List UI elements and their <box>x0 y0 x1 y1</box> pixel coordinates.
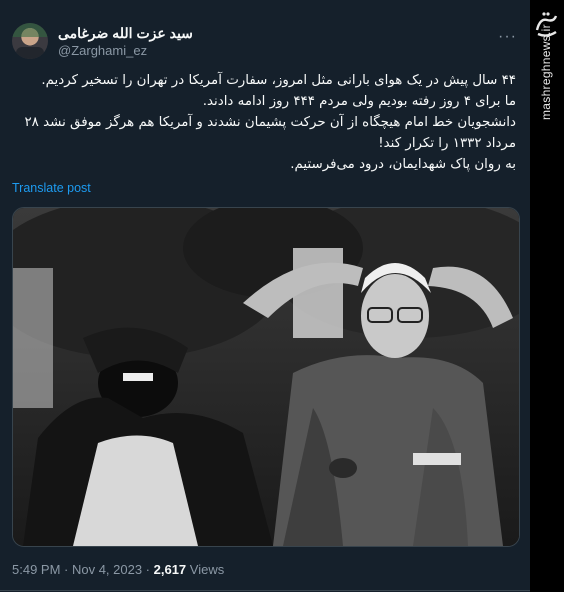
tweet-meta: 5:49 PM · Nov 4, 2023 · 2,617 Views <box>12 562 224 577</box>
tweet-line: به روان پاک شهدایمان، درود می‌فرستیم. <box>290 157 516 172</box>
views-count: 2,617 <box>153 562 187 577</box>
author-name[interactable]: سید عزت الله ضرغامی <box>58 25 193 42</box>
tweet-text: ۴۴ سال پیش در یک هوای بارانی مثل امروز، … <box>12 70 516 175</box>
watermark-strip: mashreghnews.ir <box>530 0 564 592</box>
tweet: سید عزت الله ضرغامی @Zarghami_ez ··· ۴۴ … <box>0 0 530 592</box>
tweet-photo-image <box>13 208 519 546</box>
tweet-line: دانشجویان خط امام هیچگاه از آن حرکت پشیم… <box>24 115 516 151</box>
more-icon[interactable]: ··· <box>498 28 517 46</box>
tweet-line: ما برای ۴ روز رفته بودیم ولی مردم ۴۴۴ رو… <box>202 94 516 109</box>
divider <box>0 590 530 591</box>
views-label: Views <box>186 562 225 577</box>
timestamp[interactable]: 5:49 PM · Nov 4, 2023 · <box>12 562 154 577</box>
author-avatar[interactable] <box>12 23 48 59</box>
tweet-line: ۴۴ سال پیش در یک هوای بارانی مثل امروز، … <box>41 73 516 88</box>
author-handle[interactable]: @Zarghami_ez <box>58 43 147 58</box>
watermark-site: mashreghnews.ir <box>539 24 553 120</box>
tweet-photo[interactable] <box>12 207 520 547</box>
translate-post-link[interactable]: Translate post <box>12 181 91 195</box>
